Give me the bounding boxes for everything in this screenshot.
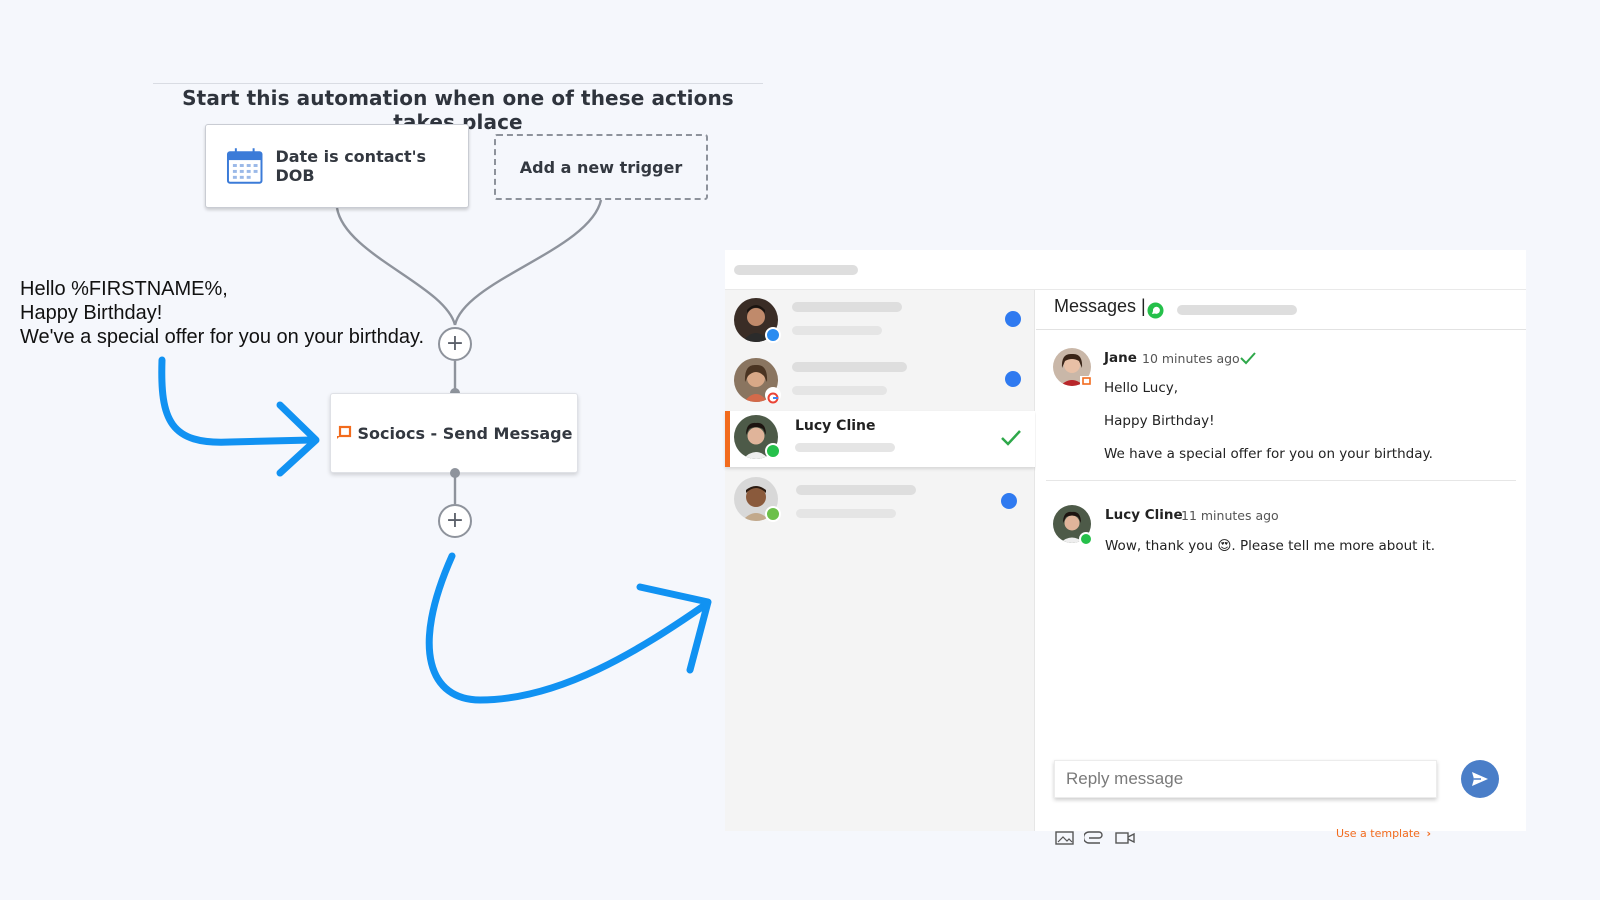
connector-node [450,468,460,478]
message-sender: Lucy Cline [1105,507,1183,523]
image-icon[interactable] [1054,830,1076,846]
message-sender: Jane [1104,350,1137,366]
action-card-send-message[interactable]: Sociocs - Send Message [330,393,578,473]
whatsapp-icon [1079,532,1093,546]
conversation-item[interactable] [725,352,1035,412]
conversation-name: Lucy Cline [795,418,876,434]
use-template-label: Use a template [1336,827,1420,840]
message-time: 10 minutes ago [1142,351,1240,366]
whatsapp-icon [1147,302,1164,319]
google-icon [765,387,781,404]
add-trigger-button[interactable]: Add a new trigger [494,134,708,200]
placeholder-bar [792,326,882,335]
message-template-text: Hello %FIRSTNAME%, Happy Birthday! We've… [20,277,424,349]
sociocs-logo-icon [336,425,351,439]
placeholder-bar [792,362,907,372]
trigger-label: Date is contact's DOB [275,147,427,185]
reply-input[interactable] [1055,761,1436,797]
calendar-icon [226,148,263,184]
send-icon [1472,772,1488,786]
whatsapp-icon [765,443,781,459]
trigger-card-dob[interactable]: Date is contact's DOB [205,124,469,208]
message-text: . Please tell me more about it. [1231,538,1436,554]
flow-title-divider [153,83,763,84]
message-time: 11 minutes ago [1181,508,1279,523]
add-step-button[interactable]: + [438,327,472,361]
conversation-item[interactable] [725,471,1035,531]
use-template-link[interactable]: Use a template › [1336,827,1431,840]
check-icon [1240,352,1256,365]
plus-icon: + [445,508,465,533]
placeholder-bar [795,443,895,452]
conversation-item-lucy-cline[interactable]: Lucy Cline [725,411,1035,467]
trigger-connector-right [453,199,603,326]
attachment-icon[interactable] [1084,830,1106,846]
message-line: We've a special offer for you on your bi… [20,326,425,348]
check-icon [1001,430,1021,446]
messages-app: Lucy Cline Messages | Jane 10 minutes ag… [725,250,1526,845]
messenger-icon [765,327,781,343]
arrow-to-action [158,356,316,446]
arrow-to-inbox [425,552,709,704]
message-separator [1046,480,1516,481]
chat-header-title: Messages | [1054,296,1146,316]
send-button[interactable] [1461,760,1499,798]
message-line: Hello Lucy, [1104,380,1179,396]
placeholder-bar [734,265,858,275]
plus-icon: + [445,331,465,356]
conversation-item[interactable] [725,292,1035,352]
message-text: Wow, thank you [1105,538,1218,554]
sociocs-logo-icon [1080,376,1092,388]
app-topbar [725,250,1526,290]
chat-header: Messages | [1036,290,1526,330]
add-step-button[interactable]: + [438,504,472,538]
unread-indicator [1001,493,1017,509]
message-line: Hello %FIRSTNAME%, [20,278,228,300]
chevron-right-icon: › [1426,827,1431,840]
message-line: We have a special offer for you on your … [1104,446,1433,462]
action-label: Sociocs - Send Message [357,423,573,443]
placeholder-bar [1177,305,1297,315]
unread-indicator [1005,371,1021,387]
placeholder-bar [792,386,887,395]
heart-eyes-emoji-icon: 😍 [1217,538,1232,554]
placeholder-bar [796,485,916,495]
video-icon[interactable] [1114,830,1136,846]
message-line: Wow, thank you 😍. Please tell me more ab… [1105,538,1435,554]
message-line: Happy Birthday! [20,302,163,324]
placeholder-bar [796,509,896,518]
sms-icon [765,506,781,522]
chat-panel: Messages | Jane 10 minutes ago Hello Luc… [1036,290,1526,845]
unread-indicator [1005,311,1021,327]
message-line: Happy Birthday! [1104,413,1215,429]
conversation-list: Lucy Cline [725,290,1035,831]
arrow-to-inbox-head [636,583,712,674]
placeholder-bar [792,302,902,312]
arrow-to-action-head [276,401,320,477]
reply-box [1054,760,1437,798]
